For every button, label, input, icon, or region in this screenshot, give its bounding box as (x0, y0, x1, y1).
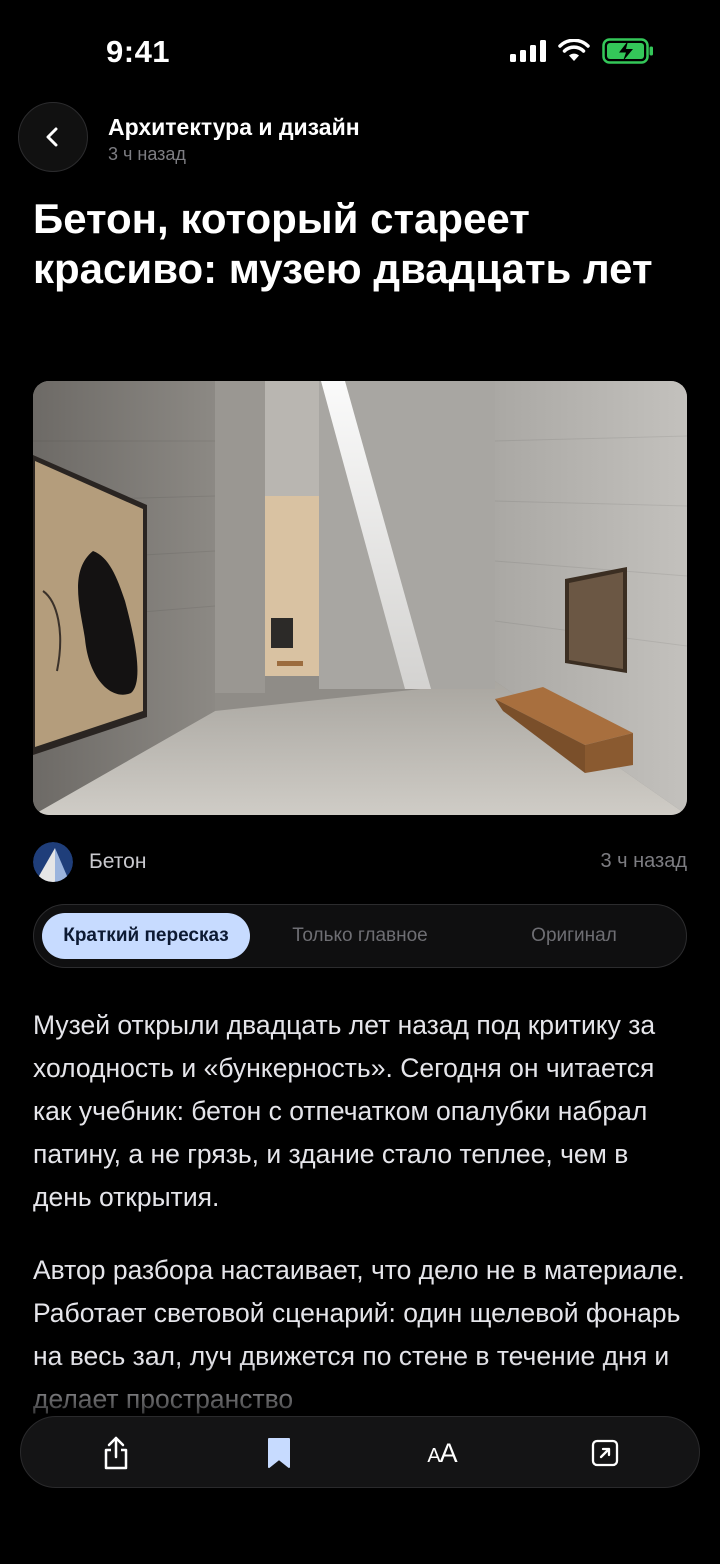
battery-charging-icon (602, 38, 653, 64)
bookmark-button[interactable] (256, 1430, 302, 1476)
bookmark-icon (268, 1438, 290, 1468)
share-icon (104, 1436, 128, 1470)
status-bar: 9:41 (0, 0, 720, 100)
category-label[interactable]: Архитектура и дизайн (108, 114, 360, 141)
bottom-toolbar: AA (20, 1416, 700, 1488)
article-header: Архитектура и дизайн 3 ч назад (18, 102, 702, 172)
wifi-icon (558, 39, 590, 61)
status-time: 9:41 (106, 34, 171, 69)
hero-image (33, 381, 687, 815)
back-button[interactable] (18, 102, 88, 172)
paragraph: Музей открыли двадцать лет назад под кри… (33, 1010, 656, 1212)
tab-highlights[interactable]: Только главное (256, 913, 464, 959)
open-original-button[interactable] (582, 1430, 628, 1476)
source-logo[interactable] (33, 842, 73, 882)
text-size-button[interactable]: AA (419, 1430, 465, 1476)
header-time: 3 ч назад (108, 144, 186, 164)
share-button[interactable] (93, 1430, 139, 1476)
status-icons (510, 38, 654, 64)
tab-summary[interactable]: Краткий пересказ (42, 913, 250, 959)
signal-icon (510, 40, 546, 62)
open-external-icon (591, 1439, 619, 1467)
text-size-icon: AA (427, 1437, 457, 1468)
article-title: Бетон, который стареет красиво: музею дв… (33, 195, 653, 292)
tab-original[interactable]: Оригинал (470, 913, 678, 959)
source-row: Бетон 3 ч назад (33, 842, 687, 882)
source-time: 3 ч назад (600, 850, 687, 872)
summary-mode-tabs: Краткий пересказ Только главное Оригинал (33, 904, 687, 968)
source-name[interactable]: Бетон (89, 850, 146, 874)
back-chevron-icon (46, 127, 58, 147)
